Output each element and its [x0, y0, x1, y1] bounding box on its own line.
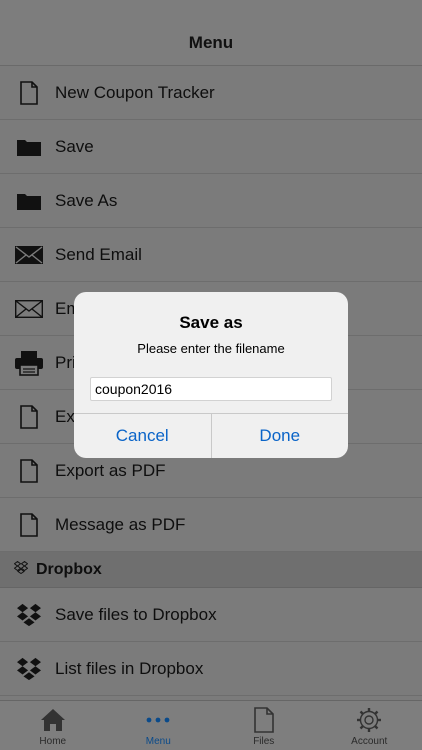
dialog-button-row: Cancel Done [74, 413, 348, 458]
save-as-dialog: Save as Please enter the filename Cancel… [74, 292, 348, 458]
done-button[interactable]: Done [210, 414, 349, 458]
filename-input[interactable] [90, 377, 332, 401]
dialog-message: Please enter the filename [137, 341, 285, 356]
modal-overlay: Save as Please enter the filename Cancel… [0, 0, 422, 750]
dialog-title: Save as [179, 313, 243, 332]
cancel-button[interactable]: Cancel [74, 414, 211, 458]
